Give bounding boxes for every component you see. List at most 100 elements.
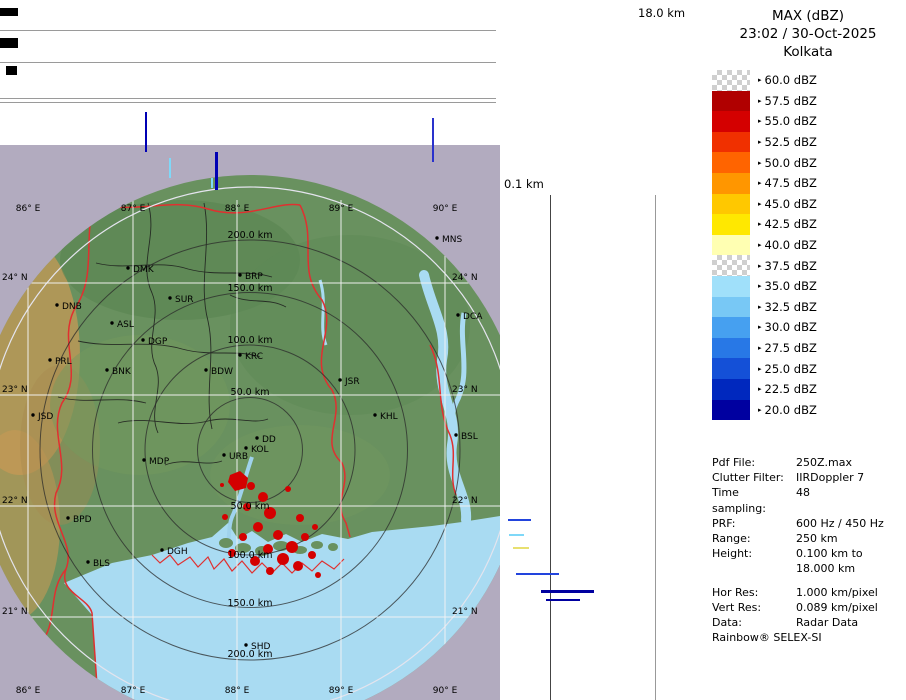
- legend-label: ▸45.0 dBZ: [758, 197, 817, 211]
- legend-tick-icon: ▸: [758, 241, 762, 249]
- lon-label: 86° E: [16, 686, 41, 696]
- city-dot: [435, 236, 438, 239]
- info-label: Height:: [712, 546, 796, 576]
- legend-label: ▸30.0 dBZ: [758, 320, 817, 334]
- legend-label: ▸27.5 dBZ: [758, 341, 817, 355]
- legend-label: ▸52.5 dBZ: [758, 135, 817, 149]
- legend-entry: ▸37.5 dBZ: [712, 255, 817, 276]
- city-label: KOL: [251, 445, 269, 455]
- legend-swatch: [712, 152, 750, 173]
- legend-value: 60.0 dBZ: [765, 73, 817, 87]
- range-ring-label: 100.0 km: [228, 550, 273, 561]
- legend-label: ▸25.0 dBZ: [758, 362, 817, 376]
- info-value: 250 km: [796, 531, 838, 546]
- echo-row: [546, 599, 580, 601]
- legend-tick-icon: ▸: [758, 365, 762, 373]
- city-label: MNS: [442, 235, 462, 245]
- info-rows: Pdf File:250Z.maxClutter Filter:IIRDoppl…: [712, 455, 904, 630]
- info-block: Pdf File:250Z.maxClutter Filter:IIRDoppl…: [712, 455, 904, 645]
- info-label: Range:: [712, 531, 796, 546]
- tick-label-bar: [6, 66, 17, 75]
- city-dot: [142, 458, 145, 461]
- city-label: BRP: [245, 272, 263, 282]
- axis-line: [0, 98, 496, 99]
- legend-tick-icon: ▸: [758, 344, 762, 352]
- info-label: Pdf File:: [712, 455, 796, 470]
- info-row: Clutter Filter:IIRDoppler 7: [712, 470, 904, 485]
- legend-value: 45.0 dBZ: [765, 197, 817, 211]
- legend-swatch: [712, 173, 750, 194]
- echo-row: [516, 573, 559, 575]
- legend-entry: ▸42.5 dBZ: [712, 214, 817, 235]
- legend-swatch: [712, 338, 750, 359]
- city-dot: [244, 446, 247, 449]
- legend-label: ▸32.5 dBZ: [758, 300, 817, 314]
- legend-label: ▸20.0 dBZ: [758, 403, 817, 417]
- legend-swatch: [712, 194, 750, 215]
- legend-label: ▸22.5 dBZ: [758, 382, 817, 396]
- info-value: 0.100 km to18.000 km: [796, 546, 863, 576]
- city-label: BPD: [73, 515, 92, 525]
- radar-map: 86° E86° E87° E87° E88° E88° E89° E89° E…: [0, 145, 500, 700]
- legend-swatch: [712, 276, 750, 297]
- station-name: Kolkata: [710, 43, 906, 61]
- city-label: SHD: [251, 642, 270, 652]
- city-label: BNK: [112, 367, 132, 377]
- info-label: Hor Res:: [712, 585, 796, 600]
- legend-swatch: [712, 358, 750, 379]
- city-label: URB: [229, 452, 248, 462]
- legend-tick-icon: ▸: [758, 303, 762, 311]
- legend-swatch: [712, 297, 750, 318]
- legend-entry: ▸25.0 dBZ: [712, 358, 817, 379]
- info-row: Data:Radar Data: [712, 615, 904, 630]
- lon-label: 87° E: [121, 686, 146, 696]
- legend-value: 50.0 dBZ: [765, 156, 817, 170]
- info-row: Pdf File:250Z.max: [712, 455, 904, 470]
- legend-tick-icon: ▸: [758, 200, 762, 208]
- legend-tick-icon: ▸: [758, 138, 762, 146]
- city-dot: [31, 413, 34, 416]
- lat-label: 24° N: [452, 273, 478, 283]
- legend-value: 47.5 dBZ: [765, 176, 817, 190]
- legend-entry: ▸20.0 dBZ: [712, 400, 817, 421]
- city-label: DNB: [62, 302, 82, 312]
- city-label: PRL: [55, 357, 72, 367]
- city-dot: [338, 378, 341, 381]
- legend-value: 40.0 dBZ: [765, 238, 817, 252]
- info-value: 48: [796, 485, 810, 515]
- legend-tick-icon: ▸: [758, 117, 762, 125]
- legend-title-block: MAX (dBZ) 23:02 / 30-Oct-2025 Kolkata: [710, 0, 906, 61]
- city-dot: [126, 266, 129, 269]
- timestamp: 23:02 / 30-Oct-2025: [710, 25, 906, 43]
- legend-label: ▸50.0 dBZ: [758, 156, 817, 170]
- city-label: DCA: [463, 312, 483, 322]
- info-label: Clutter Filter:: [712, 470, 796, 485]
- info-label: Data:: [712, 615, 796, 630]
- city-dot: [110, 321, 113, 324]
- legend-entry: ▸45.0 dBZ: [712, 194, 817, 215]
- city-label: JSR: [344, 377, 360, 387]
- radar-display: 86° E86° E87° E87° E88° E88° E89° E89° E…: [0, 0, 906, 700]
- tick-label-bar: [0, 8, 18, 16]
- software-brand: Rainbow® SELEX-SI: [712, 630, 904, 645]
- legend-label: ▸37.5 dBZ: [758, 259, 817, 273]
- legend-entry: ▸35.0 dBZ: [712, 276, 817, 297]
- info-row: Vert Res:0.089 km/pixel: [712, 600, 904, 615]
- legend-swatch: [712, 379, 750, 400]
- legend-tick-icon: ▸: [758, 76, 762, 84]
- city-dot: [55, 303, 58, 306]
- range-ring-label: 50.0 km: [231, 387, 270, 398]
- legend-value: 22.5 dBZ: [765, 382, 817, 396]
- city-dot: [456, 313, 459, 316]
- legend-swatch: [712, 91, 750, 112]
- city-dot: [255, 436, 258, 439]
- right-cross-section-panel: 18.0 km 0.1 km: [500, 0, 710, 700]
- legend-swatch: [712, 317, 750, 338]
- lon-label: 88° E: [225, 204, 250, 214]
- city-label: JSD: [37, 412, 53, 422]
- city-dot: [222, 453, 225, 456]
- city-label: KRC: [245, 352, 263, 362]
- lon-label: 88° E: [225, 686, 250, 696]
- legend-tick-icon: ▸: [758, 179, 762, 187]
- city-dot: [204, 368, 207, 371]
